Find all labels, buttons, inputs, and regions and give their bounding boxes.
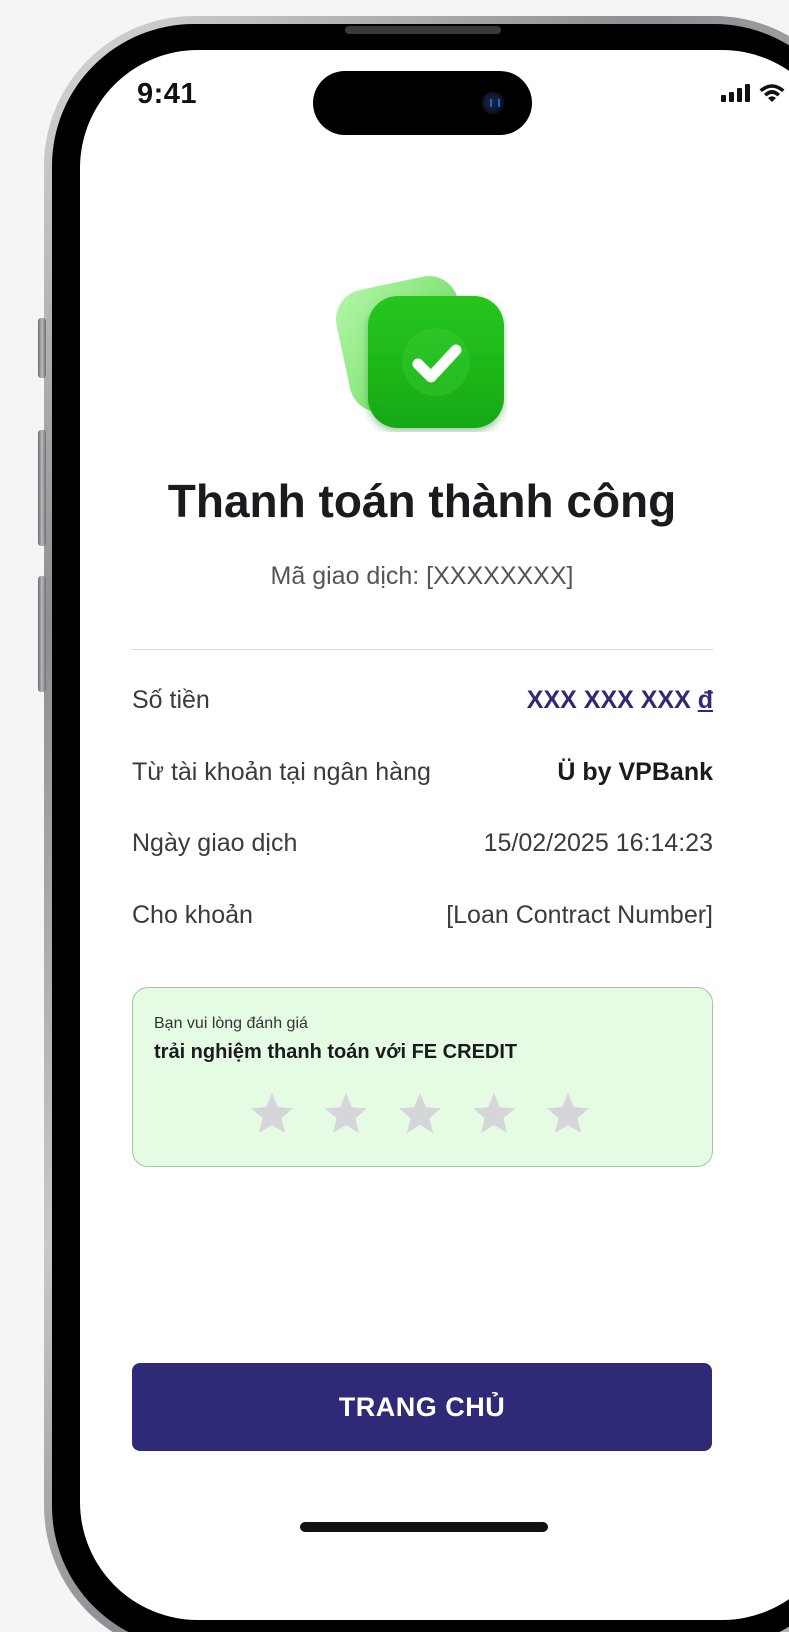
detail-row-loan: Cho khoản [Loan Contract Number] [132, 901, 713, 930]
page-title: Thanh toán thành công [167, 475, 677, 527]
detail-label: Cho khoản [132, 901, 253, 929]
app-screen: 9:41 Thanh toán thành công Mã giao dịch:… [80, 50, 789, 1620]
volume-up-button [38, 430, 46, 546]
status-time: 9:41 [137, 78, 198, 110]
amount-value: XXX XXX XXX đ [527, 686, 713, 715]
detail-label: Số tiền [132, 686, 210, 714]
home-indicator[interactable] [300, 1522, 548, 1532]
device-mockup: 9:41 Thanh toán thành công Mã giao dịch:… [0, 0, 789, 1632]
detail-row-date: Ngày giao dịch 15/02/2025 16:14:23 [132, 829, 713, 858]
star-icon-3[interactable] [396, 1090, 444, 1138]
transaction-code: Mã giao dịch: [XXXXXXXX] [270, 562, 574, 590]
front-camera-icon [482, 92, 504, 114]
detail-label: Từ tài khoản tại ngân hàng [132, 758, 431, 786]
home-button[interactable]: TRANG CHỦ [132, 1363, 712, 1451]
amount-number: XXX XXX XXX [526, 686, 698, 714]
wifi-icon [759, 84, 785, 102]
action-button [38, 318, 46, 378]
rating-subject: trải nghiệm thanh toán với FE CREDIT [154, 1041, 518, 1063]
currency-symbol: đ [697, 686, 713, 714]
divider [132, 649, 713, 650]
transaction-date: 15/02/2025 16:14:23 [483, 829, 713, 857]
detail-row-bank: Từ tài khoản tại ngân hàng Ü by VPBank [132, 758, 713, 787]
phone-top-edge [345, 26, 501, 34]
cellular-signal-icon [721, 84, 750, 102]
star-icon-4[interactable] [470, 1090, 518, 1138]
rating-prompt: Bạn vui lòng đánh giá [154, 1015, 308, 1032]
bank-name: Ü by VPBank [557, 758, 713, 786]
detail-row-amount: Số tiền XXX XXX XXX đ [132, 686, 713, 715]
star-icon-5[interactable] [544, 1090, 592, 1138]
star-icon-1[interactable] [248, 1090, 296, 1138]
detail-label: Ngày giao dịch [132, 829, 298, 857]
loan-contract-number: [Loan Contract Number] [446, 901, 713, 929]
star-icon-2[interactable] [322, 1090, 370, 1138]
rating-card: Bạn vui lòng đánh giá trải nghiệm thanh … [132, 987, 713, 1167]
checkmark-success-icon [336, 276, 504, 428]
volume-down-button [38, 576, 46, 692]
dynamic-island [313, 71, 532, 135]
star-rating [248, 1090, 592, 1138]
status-icons [721, 82, 789, 104]
